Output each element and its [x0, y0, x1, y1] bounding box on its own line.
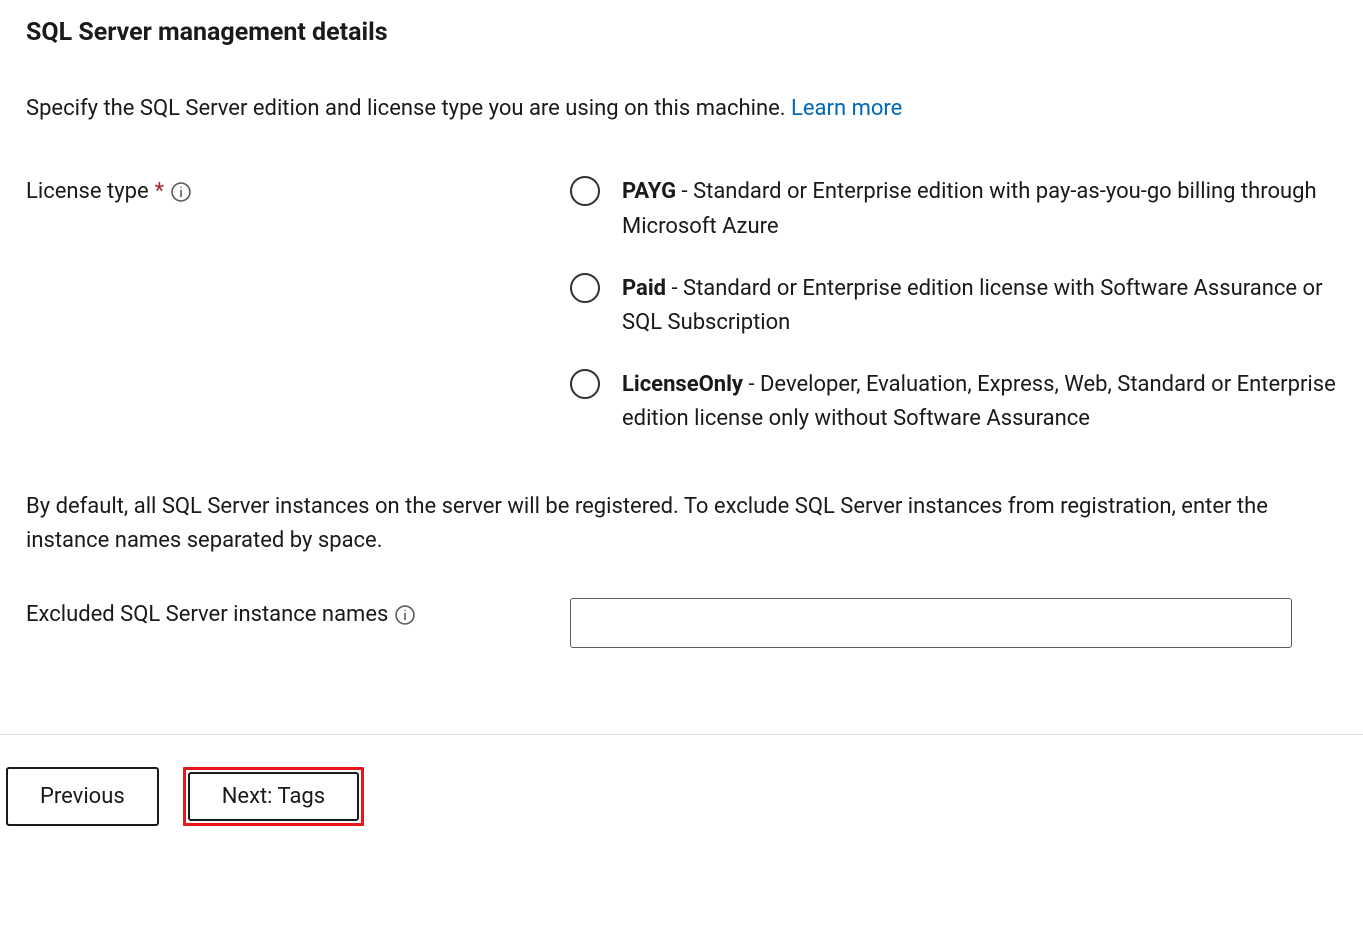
license-type-row: License type * PAYG - Standard or Enterp…	[26, 175, 1337, 436]
excluded-instances-label: Excluded SQL Server instance names	[26, 598, 570, 630]
license-type-label: License type *	[26, 175, 570, 207]
section-title: SQL Server management details	[26, 16, 1337, 50]
radio-name: PAYG	[622, 179, 676, 204]
radio-desc: - Standard or Enterprise edition license…	[622, 276, 1323, 335]
next-tags-button[interactable]: Next: Tags	[188, 772, 359, 821]
info-icon[interactable]	[170, 181, 192, 203]
radio-option-paid[interactable]: Paid - Standard or Enterprise edition li…	[570, 272, 1337, 340]
learn-more-link[interactable]: Learn more	[791, 96, 902, 121]
intro-prefix: Specify the SQL Server edition and licen…	[26, 96, 791, 121]
info-icon[interactable]	[394, 604, 416, 626]
exclude-instances-description: By default, all SQL Server instances on …	[26, 490, 1337, 558]
radio-circle[interactable]	[570, 273, 600, 303]
radio-text: PAYG - Standard or Enterprise edition wi…	[622, 175, 1337, 243]
intro-text: Specify the SQL Server edition and licen…	[26, 94, 1337, 124]
radio-text: LicenseOnly - Developer, Evaluation, Exp…	[622, 368, 1337, 436]
next-button-highlight: Next: Tags	[183, 767, 364, 826]
radio-name: LicenseOnly	[622, 372, 743, 397]
previous-button[interactable]: Previous	[6, 767, 159, 826]
radio-option-licenseonly[interactable]: LicenseOnly - Developer, Evaluation, Exp…	[570, 368, 1337, 436]
radio-name: Paid	[622, 276, 666, 301]
license-type-radio-group: PAYG - Standard or Enterprise edition wi…	[570, 175, 1337, 436]
required-marker: *	[155, 177, 164, 207]
excluded-instances-label-text: Excluded SQL Server instance names	[26, 600, 388, 630]
excluded-instances-input[interactable]	[570, 598, 1292, 648]
excluded-instances-row: Excluded SQL Server instance names	[26, 598, 1337, 648]
radio-text: Paid - Standard or Enterprise edition li…	[622, 272, 1337, 340]
radio-circle[interactable]	[570, 176, 600, 206]
wizard-footer: Previous Next: Tags	[0, 735, 1363, 862]
radio-desc: - Standard or Enterprise edition with pa…	[622, 179, 1317, 238]
radio-option-payg[interactable]: PAYG - Standard or Enterprise edition wi…	[570, 175, 1337, 243]
license-type-label-text: License type	[26, 177, 149, 207]
radio-circle[interactable]	[570, 369, 600, 399]
sql-server-management-details-section: SQL Server management details Specify th…	[0, 0, 1363, 648]
